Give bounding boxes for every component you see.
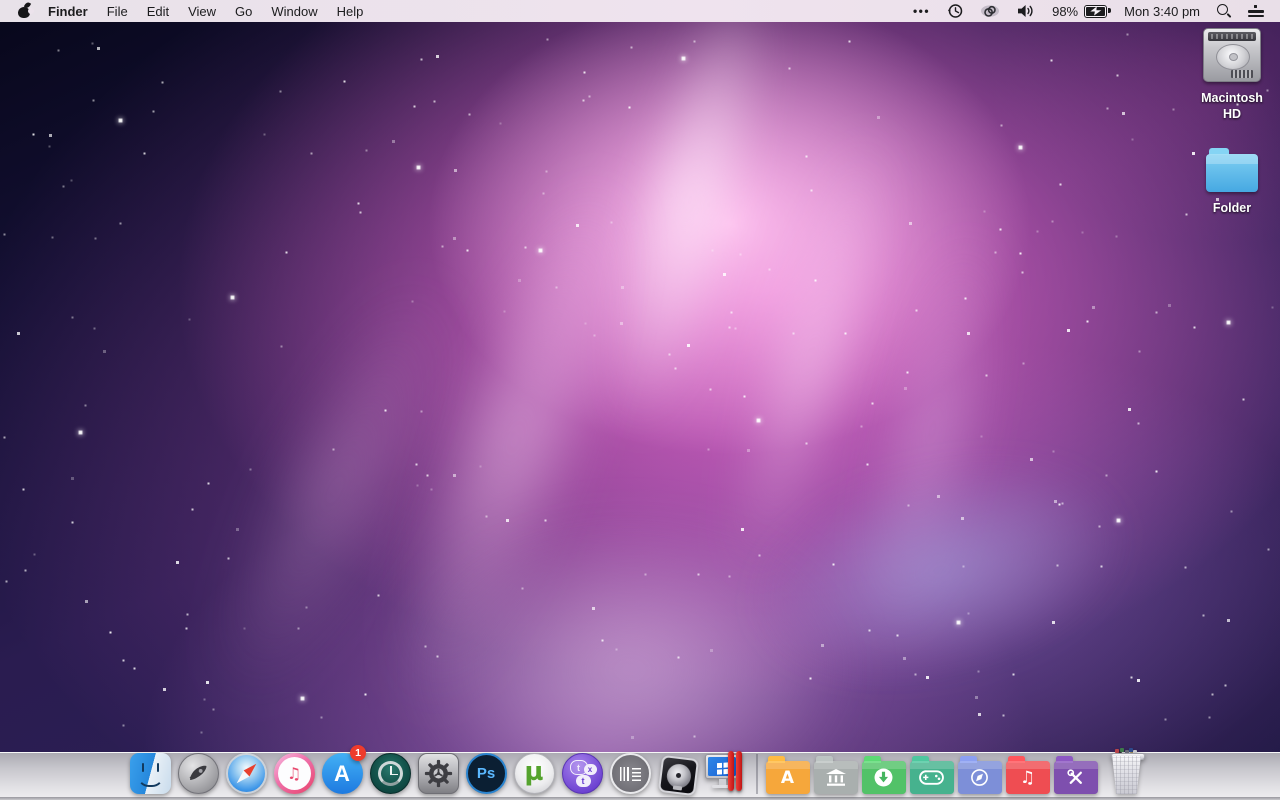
menu-bar: Finder File Edit View Go Window Help •••… xyxy=(0,0,1280,22)
overflow-dots-icon[interactable]: ••• xyxy=(913,5,930,17)
desktop-icon-macintosh-hd[interactable]: Macintosh HD xyxy=(1192,28,1272,122)
itunes-icon: ♫ xyxy=(273,753,315,794)
battery-percent-label: 98% xyxy=(1052,3,1079,19)
menu-edit[interactable]: Edit xyxy=(147,4,169,19)
notification-center-icon[interactable] xyxy=(1248,4,1264,18)
dock-item-finder[interactable] xyxy=(128,748,172,794)
battery-charging-icon xyxy=(1084,4,1111,18)
dock-item-bars-circle[interactable] xyxy=(608,748,652,794)
bubble-t2: t xyxy=(575,775,591,787)
mu-glyph: µ xyxy=(524,756,544,787)
menu-bar-clock[interactable]: Mon 3:40 pm xyxy=(1124,4,1200,19)
game-controller-icon xyxy=(909,761,954,794)
downloads-folder-icon xyxy=(861,761,906,794)
ps-glyph: Ps xyxy=(476,765,496,782)
dock-item-logic-pro[interactable] xyxy=(656,748,700,797)
dock-item-parallels-desktop[interactable] xyxy=(704,748,748,794)
dock-item-games-folder[interactable] xyxy=(909,748,954,794)
museum-folder-icon xyxy=(813,761,858,794)
time-machine-icon xyxy=(369,753,411,794)
aurora-rays xyxy=(0,0,1280,800)
safari-compass-icon xyxy=(225,753,267,794)
menu-file[interactable]: File xyxy=(107,4,128,19)
dock-item-system-preferences[interactable] xyxy=(416,748,460,794)
app-menu-finder[interactable]: Finder xyxy=(48,4,88,19)
dock-item-launchpad[interactable] xyxy=(176,748,220,794)
desktop-icon-label: Folder xyxy=(1212,201,1252,215)
launchpad-rocket-icon xyxy=(177,753,219,794)
desktop-icon-folder[interactable]: Folder xyxy=(1192,146,1272,217)
app-store-a-glyph: A xyxy=(334,760,350,786)
dock-item-library-folder[interactable] xyxy=(813,748,858,794)
applications-folder-icon: A xyxy=(765,761,810,794)
app-store-badge: 1 xyxy=(350,745,366,761)
spotlight-search-icon[interactable] xyxy=(1217,4,1231,18)
dock-item-safari[interactable] xyxy=(224,748,268,794)
dock-item-utilities-folder[interactable] xyxy=(1053,748,1098,794)
dock-item-app-store[interactable]: A 1 xyxy=(320,745,366,794)
bars-lines-icon xyxy=(609,753,651,794)
time-machine-menu-icon[interactable] xyxy=(947,3,963,19)
folder-icon xyxy=(1206,148,1258,192)
battery-status[interactable]: 98% xyxy=(1052,3,1111,19)
gear-icon xyxy=(417,753,459,794)
photoshop-icon: Ps xyxy=(465,753,507,794)
crossed-tools-icon xyxy=(1053,761,1098,794)
dock-item-photoshop[interactable]: Ps xyxy=(464,748,508,794)
menu-help[interactable]: Help xyxy=(337,4,364,19)
volume-menu-icon[interactable] xyxy=(1017,4,1035,18)
dock-item-utorrent[interactable]: µ xyxy=(512,748,556,794)
apple-menu-icon[interactable] xyxy=(18,1,34,18)
music-note-glyph: ♫ xyxy=(1019,767,1036,788)
trash-full-icon xyxy=(1108,748,1146,794)
hard-drive-icon xyxy=(1203,28,1261,82)
a-glyph: A xyxy=(780,767,795,788)
dock-item-textual-chat[interactable]: t x t xyxy=(560,748,604,794)
bubble-x: x xyxy=(583,764,597,775)
music-note-glyph: ♫ xyxy=(286,764,302,783)
dock-item-downloads-folder[interactable] xyxy=(861,748,906,794)
dock-separator xyxy=(756,754,758,794)
chat-bubbles-icon: t x t xyxy=(561,753,603,794)
desktop-screen: Finder File Edit View Go Window Help •••… xyxy=(0,0,1280,800)
menu-window[interactable]: Window xyxy=(271,4,317,19)
music-folder-icon: ♫ xyxy=(1005,761,1050,794)
menu-go[interactable]: Go xyxy=(235,4,252,19)
finder-icon xyxy=(129,753,171,794)
dock-item-applications-folder[interactable]: A xyxy=(765,748,810,794)
compass-folder-icon xyxy=(957,761,1002,794)
swirl-menu-icon[interactable] xyxy=(980,4,1000,19)
menu-view[interactable]: View xyxy=(188,4,216,19)
dock-item-time-machine[interactable] xyxy=(368,748,412,794)
dock: ♫ A 1 Ps µ t x t A ♫ xyxy=(128,745,1150,797)
dock-item-trash[interactable] xyxy=(1104,748,1150,794)
dock-item-itunes[interactable]: ♫ xyxy=(272,748,316,794)
utorrent-icon: µ xyxy=(513,753,555,794)
dock-item-internet-folder[interactable] xyxy=(957,748,1002,794)
audio-disc-icon xyxy=(657,754,699,797)
desktop-icon-label: Macintosh HD xyxy=(1201,91,1263,121)
parallels-monitor-icon xyxy=(704,750,748,794)
dock-item-music-folder[interactable]: ♫ xyxy=(1005,748,1050,794)
